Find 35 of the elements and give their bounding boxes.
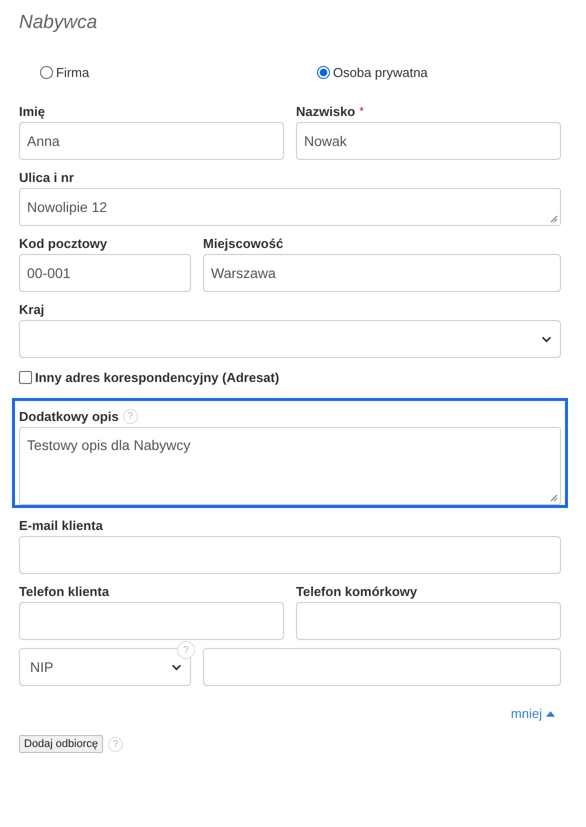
field-label: Ulica i nr (19, 170, 74, 184)
input-field[interactable] (296, 602, 561, 640)
resize-grip-icon[interactable] (550, 494, 558, 502)
input-field[interactable]: Warszawa (203, 254, 561, 292)
input-field[interactable] (19, 602, 284, 640)
caret-up-icon[interactable] (546, 710, 555, 716)
chevron-down-icon (541, 336, 552, 342)
field-label: Nazwisko (296, 104, 356, 118)
input-field[interactable] (19, 536, 561, 574)
required-mark: * (359, 104, 364, 118)
radio-label[interactable]: Firma (56, 65, 90, 80)
field-label: Kod pocztowy (19, 236, 108, 250)
radio-button[interactable] (317, 66, 330, 79)
field-label: E-mail klienta (19, 518, 103, 532)
field-label: Miejscowość (203, 236, 284, 250)
text-area[interactable]: Nowolipie 12 (19, 188, 561, 226)
toggle-link[interactable]: mniej (510, 706, 542, 721)
field-label: Kraj (19, 302, 44, 316)
add-recipient-button[interactable]: Dodaj odbiorcę (19, 735, 103, 753)
input-field[interactable]: Anna (19, 122, 284, 160)
radio-label[interactable]: Osoba prywatna (333, 65, 428, 80)
resize-grip-icon[interactable] (550, 215, 558, 223)
field-label: Dodatkowy opis (19, 408, 119, 424)
field-label: Imię (19, 104, 46, 118)
input-field[interactable]: Nowak (296, 122, 561, 160)
chevron-down-icon (171, 664, 182, 670)
radio-button[interactable] (40, 66, 53, 79)
field-label: Telefon klienta (19, 584, 110, 598)
section-title: Nabywca (19, 12, 98, 35)
input-field[interactable]: 00-001 (19, 254, 191, 292)
input-field[interactable] (203, 648, 561, 686)
checkbox[interactable] (19, 371, 32, 384)
field-label: Telefon komórkowy (296, 584, 418, 598)
text-area[interactable]: Testowy opis dla Nabywcy (19, 427, 561, 505)
checkbox-label[interactable]: Inny adres korespondencyjny (Adresat) (35, 370, 280, 385)
